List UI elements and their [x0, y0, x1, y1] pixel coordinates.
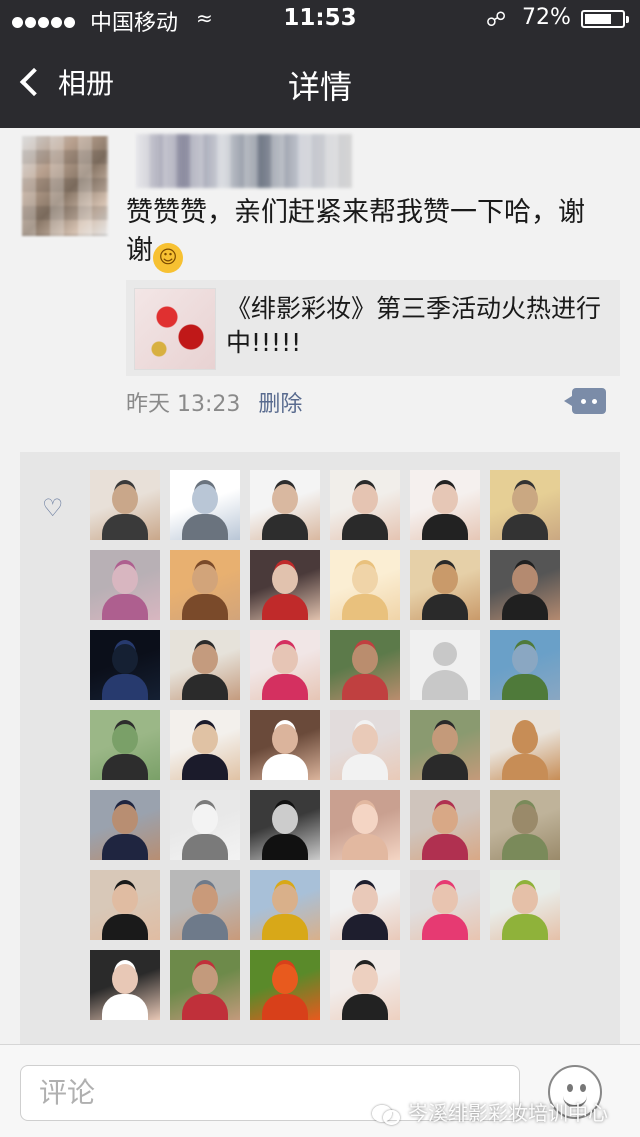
wechat-logo-icon [372, 1103, 402, 1125]
liker-avatar[interactable] [90, 470, 160, 540]
liker-avatar[interactable] [490, 550, 560, 620]
liker-avatar[interactable] [250, 710, 320, 780]
status-bar: 中国移动 ≈ 11:53 ☍ 72% [0, 0, 640, 40]
liker-avatar[interactable] [410, 710, 480, 780]
liker-avatar[interactable] [330, 870, 400, 940]
watermark-text: 岑溪绯影彩妆培训中心 [408, 1101, 608, 1125]
liker-avatar[interactable] [330, 950, 400, 1020]
liker-avatar[interactable] [490, 790, 560, 860]
liker-avatar[interactable] [250, 950, 320, 1020]
liker-avatar[interactable] [90, 630, 160, 700]
liker-avatar[interactable] [170, 470, 240, 540]
liker-avatar[interactable] [490, 710, 560, 780]
top-bar: 中国移动 ≈ 11:53 ☍ 72% 相册 详情 [0, 0, 640, 128]
rotation-lock-icon: ☍ [486, 7, 507, 31]
liker-avatar[interactable] [250, 630, 320, 700]
battery-icon [581, 10, 629, 28]
liker-avatar[interactable] [330, 550, 400, 620]
liker-avatar[interactable] [410, 790, 480, 860]
liker-avatar[interactable] [490, 630, 560, 700]
shared-link-thumbnail [134, 288, 216, 370]
default-avatar-icon[interactable] [410, 630, 480, 700]
author-avatar[interactable] [22, 136, 108, 236]
battery-percent: 72% [522, 5, 571, 30]
liker-avatar[interactable] [90, 790, 160, 860]
liker-avatar[interactable] [170, 950, 240, 1020]
smiley-face-icon [567, 1084, 573, 1092]
liker-avatar[interactable] [330, 710, 400, 780]
post-meta: 昨天 13:23 删除 [126, 386, 302, 418]
liker-avatar[interactable] [170, 630, 240, 700]
comment-bar: 岑溪绯影彩妆培训中心 [0, 1044, 640, 1137]
comment-action-button[interactable] [564, 388, 606, 414]
liker-avatar[interactable] [170, 790, 240, 860]
liker-avatar[interactable] [250, 470, 320, 540]
likes-panel: ♡ [20, 452, 620, 1044]
liker-avatar[interactable] [410, 550, 480, 620]
liker-avatar[interactable] [250, 870, 320, 940]
liker-avatar[interactable] [170, 710, 240, 780]
liker-avatar[interactable] [90, 950, 160, 1020]
liker-avatar[interactable] [330, 790, 400, 860]
liker-avatar[interactable] [90, 550, 160, 620]
heart-icon: ♡ [42, 494, 64, 522]
liker-avatar[interactable] [330, 630, 400, 700]
delete-link[interactable]: 删除 [258, 392, 302, 417]
liker-avatar[interactable] [410, 870, 480, 940]
liker-avatar[interactable] [410, 470, 480, 540]
kiss-emoji-icon: ☺ [153, 243, 183, 273]
watermark: 岑溪绯影彩妆培训中心 [372, 1097, 608, 1126]
liker-avatar[interactable] [170, 550, 240, 620]
comment-dot-icon [581, 399, 586, 404]
shared-link-card[interactable]: 《绯影彩妆》第三季活动火热进行中!!!!! [126, 280, 620, 376]
liker-avatar[interactable] [90, 710, 160, 780]
post-text: 赞赞赞，亲们赶紧来帮我赞一下哈，谢谢 ☺ [126, 194, 606, 273]
moment-post: 赞赞赞，亲们赶紧来帮我赞一下哈，谢谢 ☺ 《绯影彩妆》第三季活动火热进行中!!!!… [0, 128, 640, 1048]
liker-avatar[interactable] [490, 870, 560, 940]
liker-avatar[interactable] [490, 470, 560, 540]
liker-avatar[interactable] [330, 470, 400, 540]
liker-avatar[interactable] [250, 790, 320, 860]
post-timestamp: 昨天 13:23 [126, 392, 241, 417]
comment-dot-icon [592, 399, 597, 404]
liker-avatar[interactable] [170, 870, 240, 940]
page-title: 详情 [287, 68, 352, 106]
post-text-content: 赞赞赞，亲们赶紧来帮我赞一下哈，谢谢 [126, 197, 585, 266]
liker-avatar[interactable] [90, 870, 160, 940]
liker-avatar[interactable] [250, 550, 320, 620]
shared-link-title: 《绯影彩妆》第三季活动火热进行中!!!!! [226, 294, 602, 357]
author-name-blurred[interactable] [136, 134, 352, 188]
